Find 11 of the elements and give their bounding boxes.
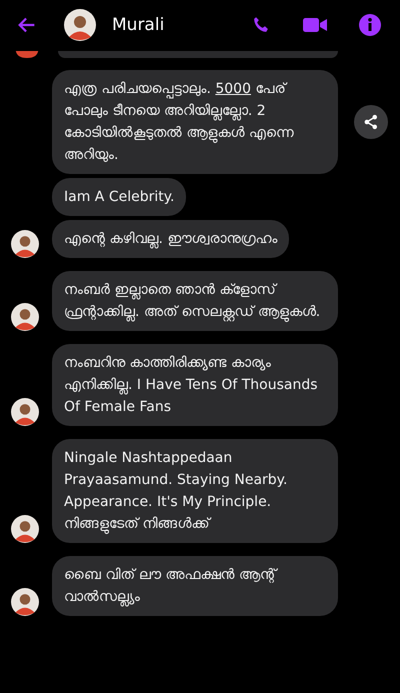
- contact-name[interactable]: Murali: [112, 15, 164, 35]
- message-bubble: എത്ര പരിചയപ്പെട്ടാലും. 5000 പേര് പോലും ടീനയെ അറിയില്ലല്ലോ. 2 കോടിയിൽകൂടുതൽ ആളുകൾ എന്നെ അറിയും.: [52, 70, 338, 174]
- message-bubble: നംബറിനു കാത്തിരിക്ക്യണ്ട കാര്യം എനിക്കില്ല. I Have Tens Of Thousands Of Female Fans: [52, 344, 338, 426]
- phone-number-link[interactable]: 5000: [215, 81, 251, 97]
- message-bubble: ബൈ വിത് ലൗ അഫക്ഷൻ ആന്റ് വാൽസല്ല്യം: [52, 556, 338, 616]
- message-bubble: എന്റെ കഴിവല്ല. ഈശ്വരാനുഗ്രഹം: [52, 220, 290, 258]
- message-bubble: Ningale Nashtappedaan Prayaasamund. Staying Nearby. Appearance. It's My Principle. നിങ്ങളുടേത് നിങ്ങൾക്ക്: [52, 439, 338, 543]
- message-bubble: Iam A Celebrity.: [52, 178, 186, 216]
- message-bubble: നംബർ ഇല്ലാതെ ഞാൻ ക്ളോസ് ഫ്രന്റാക്കില്ല. അത് സെലക്റ്റഡ് ആളുകൾ.: [52, 271, 338, 331]
- share-icon: [362, 113, 380, 131]
- share-button[interactable]: [354, 105, 388, 139]
